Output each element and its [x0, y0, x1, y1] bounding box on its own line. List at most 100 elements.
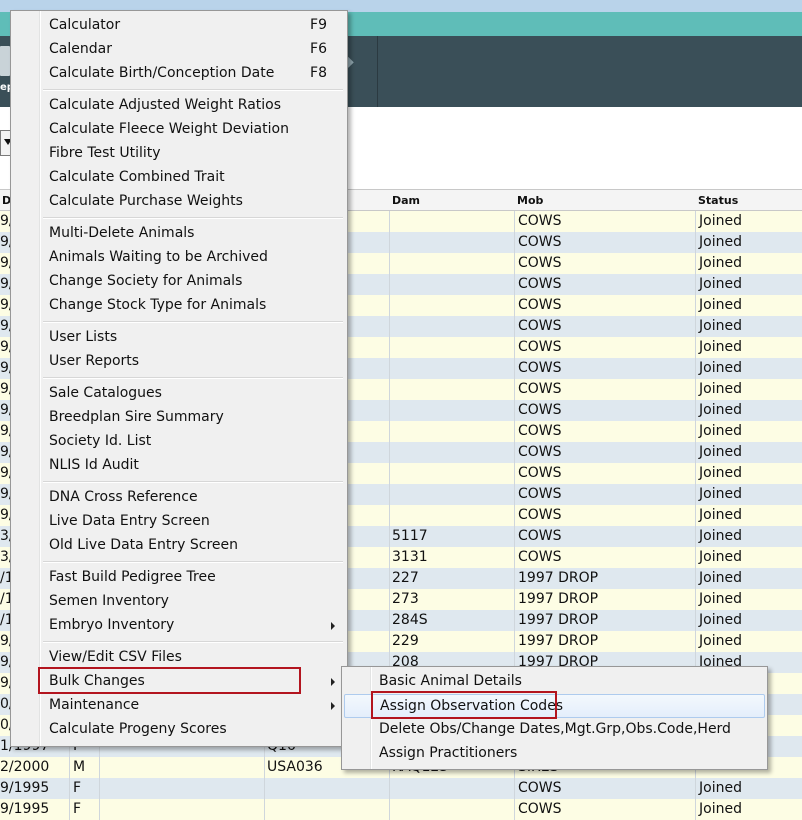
cell-mob: COWS	[515, 421, 696, 442]
cell-status: Joined	[699, 255, 742, 271]
menu-item-calculate-fleece-weight-deviation[interactable]: Calculate Fleece Weight Deviation	[13, 118, 345, 142]
menu-item-animals-waiting-to-be-archived[interactable]: Animals Waiting to be Archived	[13, 246, 345, 270]
cell-dam	[390, 421, 515, 442]
menu-separator	[43, 561, 343, 563]
menu-item-label: Animals Waiting to be Archived	[49, 249, 268, 265]
menu-item-fibre-test-utility[interactable]: Fibre Test Utility	[13, 142, 345, 166]
cell-mob: COWS	[515, 400, 696, 421]
menu-item-sale-catalogues[interactable]: Sale Catalogues	[13, 382, 345, 406]
table-row[interactable]: 9/1995 F COWS Joined	[0, 778, 802, 799]
cell-mob: COWS	[515, 358, 696, 379]
menu-separator	[43, 217, 343, 219]
menu-item-nlis-id-audit[interactable]: NLIS Id Audit	[13, 454, 345, 478]
cell-dam: 3131	[390, 547, 515, 568]
cell-mob: COWS	[515, 316, 696, 337]
cell-dam	[390, 253, 515, 274]
cell-dam	[390, 484, 515, 505]
menu-item-label: Calculate Adjusted Weight Ratios	[49, 97, 282, 113]
menu-item-dna-cross-reference[interactable]: DNA Cross Reference	[13, 486, 345, 510]
menu-item-shortcut: F6	[310, 41, 327, 57]
cell-mob: COWS	[515, 274, 696, 295]
cell-dam	[390, 358, 515, 379]
menu-item-label: Calculator	[49, 17, 121, 33]
column-header-dam[interactable]: Dam	[392, 194, 420, 207]
menu-item-label: Calculate Fleece Weight Deviation	[49, 121, 289, 137]
cell-mob: COWS	[515, 484, 696, 505]
menu-item-semen-inventory[interactable]: Semen Inventory	[13, 590, 345, 614]
cell-dam	[390, 274, 515, 295]
cell-mob: COWS	[515, 442, 696, 463]
menu-item-label: Breedplan Sire Summary	[49, 409, 224, 425]
submenu-item-assign-practitioners[interactable]: Assign Practitioners	[344, 742, 765, 766]
chevron-right-icon	[331, 702, 335, 710]
cell-dam	[390, 505, 515, 526]
cell-mob: COWS	[515, 211, 696, 232]
cell-dam	[390, 316, 515, 337]
menu-item-label: Change Society for Animals	[49, 273, 243, 289]
menu-separator	[43, 481, 343, 483]
menu-item-fast-build-pedigree-tree[interactable]: Fast Build Pedigree Tree	[13, 566, 345, 590]
cell-dam: 273	[390, 589, 515, 610]
menu-item-label: Embryo Inventory	[49, 617, 175, 633]
menu-item-calculate-combined-trait[interactable]: Calculate Combined Trait	[13, 166, 345, 190]
menu-item-label: View/Edit CSV Files	[49, 649, 182, 665]
cell-sex: M	[70, 757, 100, 778]
menu-item-calculate-birth-conception-date[interactable]: Calculate Birth/Conception Date F8	[13, 62, 345, 86]
menu-item-label: Calculate Progeny Scores	[49, 721, 227, 737]
menu-separator	[43, 641, 343, 643]
menu-item-user-reports[interactable]: User Reports	[13, 350, 345, 374]
cell-mob: COWS	[515, 505, 696, 526]
cell-sire	[265, 778, 390, 799]
menu-item-maintenance[interactable]: Maintenance	[13, 694, 345, 718]
menu-item-label: Calculate Combined Trait	[49, 169, 225, 185]
menu-item-society-id-list[interactable]: Society Id. List	[13, 430, 345, 454]
menu-item-label: Calculate Purchase Weights	[49, 193, 243, 209]
cell-status: Joined	[699, 339, 742, 355]
report-icon[interactable]	[0, 46, 10, 76]
menu-item-breedplan-sire-summary[interactable]: Breedplan Sire Summary	[13, 406, 345, 430]
menu-item-calculate-progeny-scores[interactable]: Calculate Progeny Scores	[13, 718, 345, 742]
column-header-status[interactable]: Status	[698, 194, 738, 207]
assign-observation-codes-highlight	[371, 691, 557, 719]
chevron-right-icon	[331, 678, 335, 686]
cell-mob: COWS	[515, 379, 696, 400]
submenu-item-label: Delete Obs/Change Dates,Mgt.Grp,Obs.Code…	[379, 721, 731, 737]
column-header-mob[interactable]: Mob	[517, 194, 543, 207]
menu-item-old-live-data-entry-screen[interactable]: Old Live Data Entry Screen	[13, 534, 345, 558]
submenu-item-delete-obs-change-dates-mgt-grp-obs-code-herd[interactable]: Delete Obs/Change Dates,Mgt.Grp,Obs.Code…	[344, 718, 765, 742]
cell-blank	[100, 778, 265, 799]
cell-date: 2/2000	[0, 757, 70, 778]
chevron-right-icon	[331, 622, 335, 630]
menu-item-change-stock-type-for-animals[interactable]: Change Stock Type for Animals	[13, 294, 345, 318]
menu-item-label: Calculate Birth/Conception Date	[49, 65, 275, 81]
menu-separator	[43, 377, 343, 379]
menu-item-multi-delete-animals[interactable]: Multi-Delete Animals	[13, 222, 345, 246]
menu-item-live-data-entry-screen[interactable]: Live Data Entry Screen	[13, 510, 345, 534]
submenu-item-label: Basic Animal Details	[379, 673, 522, 689]
cell-status: Joined	[699, 234, 742, 250]
menu-item-calculate-purchase-weights[interactable]: Calculate Purchase Weights	[13, 190, 345, 214]
cell-mob: 1997 DROP	[515, 631, 696, 652]
cell-status: Joined	[699, 444, 742, 460]
cell-status: Joined	[699, 507, 742, 523]
menu-separator	[43, 89, 343, 91]
menu-item-label: Live Data Entry Screen	[49, 513, 210, 529]
cell-status: Joined	[699, 297, 742, 313]
menu-item-calendar[interactable]: Calendar F6	[13, 38, 345, 62]
menu-item-label: User Reports	[49, 353, 140, 369]
menu-item-user-lists[interactable]: User Lists	[13, 326, 345, 350]
cell-mob: 1997 DROP	[515, 610, 696, 631]
cell-status: Joined	[699, 465, 742, 481]
cell-dam	[390, 400, 515, 421]
cell-status: Joined	[699, 381, 742, 397]
menu-item-embryo-inventory[interactable]: Embryo Inventory	[13, 614, 345, 638]
cell-status: Joined	[699, 528, 742, 544]
menu-item-change-society-for-animals[interactable]: Change Society for Animals	[13, 270, 345, 294]
bulk-changes-highlight	[38, 667, 301, 694]
cell-dam	[390, 337, 515, 358]
cell-dam	[390, 232, 515, 253]
menu-item-label: Calendar	[49, 41, 112, 57]
cell-status: Joined	[699, 402, 742, 418]
menu-item-calculate-adjusted-weight-ratios[interactable]: Calculate Adjusted Weight Ratios	[13, 94, 345, 118]
menu-item-calculator[interactable]: Calculator F9	[13, 14, 345, 38]
